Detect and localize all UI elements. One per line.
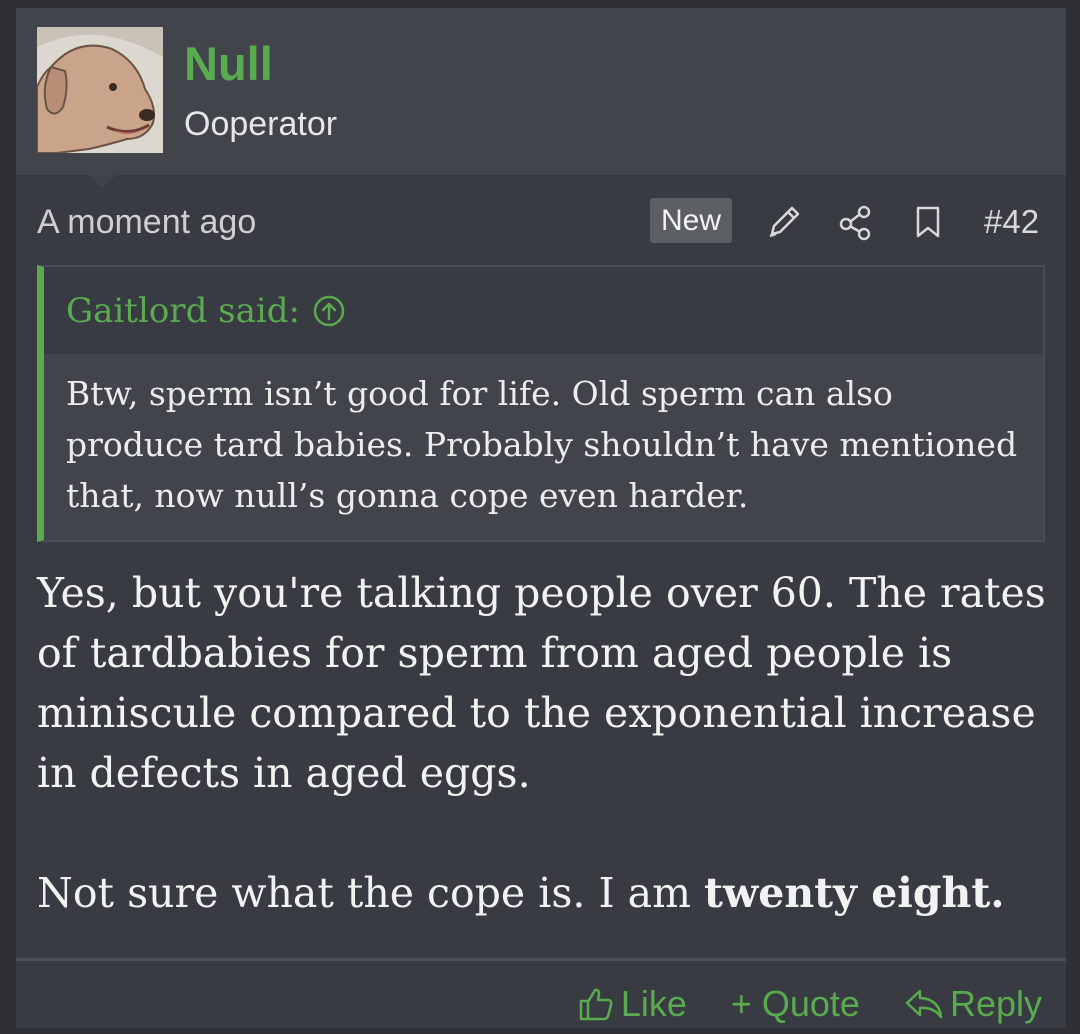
dog-avatar-icon — [37, 27, 163, 153]
quote-body: Btw, sperm isn’t good for life. Old sper… — [44, 354, 1043, 540]
reply-arrow-icon — [905, 989, 943, 1019]
quote-text: Btw, sperm isn’t good for life. Old sper… — [66, 374, 1018, 515]
quote-label: + Quote — [730, 983, 860, 1024]
footer-divider — [16, 958, 1066, 961]
reply-button[interactable]: Reply — [904, 983, 1042, 1025]
edit-pencil-icon[interactable] — [764, 202, 804, 242]
post-timestamp[interactable]: A moment ago — [37, 202, 256, 242]
post-container: Null Ooperator A moment ago New #42 Gait… — [16, 8, 1066, 1028]
header-pointer — [88, 175, 116, 187]
quote-button[interactable]: + Quote — [731, 983, 860, 1025]
reply-label: Reply — [949, 983, 1042, 1024]
post-actions: Like + Quote Reply — [577, 974, 1042, 1034]
jump-to-quote-icon[interactable] — [312, 294, 346, 328]
like-label: Like — [620, 983, 687, 1024]
post-paragraph: Not sure what the cope is. I am twenty e… — [37, 863, 1057, 923]
new-badge: New — [650, 198, 732, 243]
post-bold-text: twenty eight. — [704, 869, 1005, 917]
quote-header: Gaitlord said: — [44, 267, 1043, 354]
bookmark-icon[interactable] — [908, 202, 948, 242]
username[interactable]: Null — [184, 36, 273, 92]
user-title: Ooperator — [184, 105, 338, 143]
avatar[interactable] — [37, 27, 163, 153]
user-header: Null Ooperator — [16, 8, 1066, 175]
like-button[interactable]: Like — [577, 983, 687, 1025]
thumbs-up-icon — [579, 988, 613, 1021]
post-number-link[interactable]: #42 — [984, 202, 1039, 242]
quote-author[interactable]: Gaitlord said: — [66, 291, 300, 331]
post-body: Yes, but you're talking people over 60. … — [37, 563, 1057, 923]
post-paragraph: Yes, but you're talking people over 60. … — [37, 569, 1046, 797]
quote-block: Gaitlord said: Btw, sperm isn’t good for… — [37, 265, 1045, 542]
post-paragraph-text: Not sure what the cope is. I am — [37, 869, 705, 917]
share-icon[interactable] — [836, 202, 876, 242]
